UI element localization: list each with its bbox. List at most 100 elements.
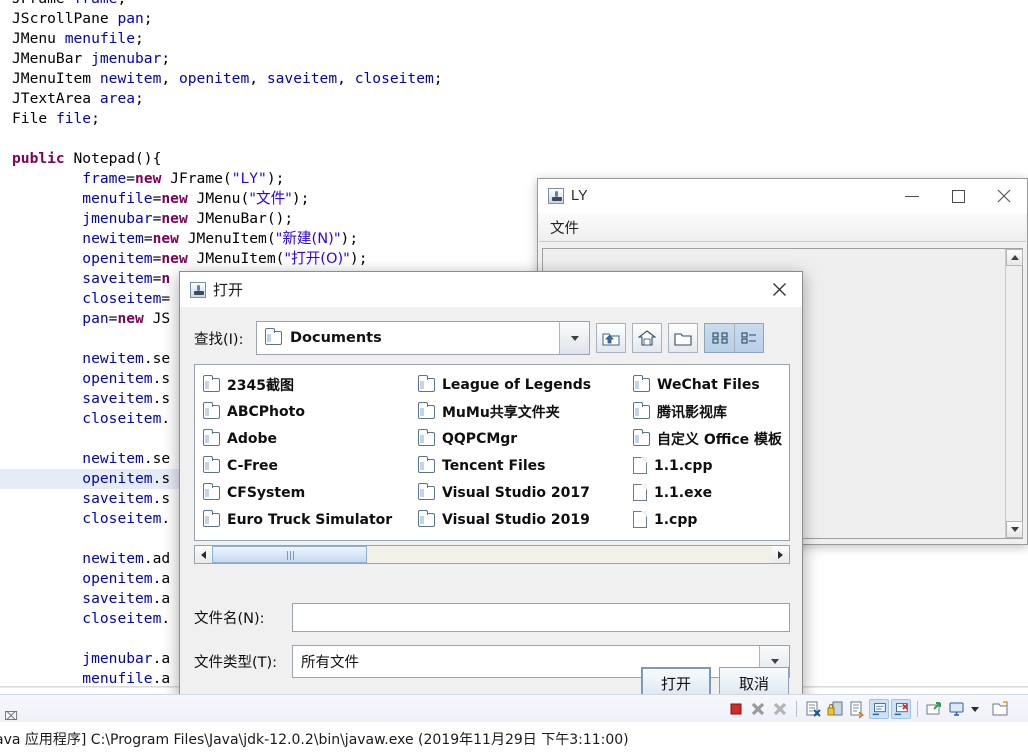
file-icon — [633, 457, 647, 474]
code-line: openitem=new JMenuItem("打开(O)"); — [82, 250, 368, 267]
clear-console-icon[interactable] — [803, 699, 823, 719]
file-list-item[interactable]: Euro Truck Simulator — [199, 506, 414, 533]
file-icon — [633, 511, 647, 528]
show-console-on-error-icon[interactable] — [891, 699, 911, 719]
file-type-label: 文件类型(T): — [194, 655, 278, 671]
code-line: JMenuItem newitem, openitem, saveitem, c… — [12, 70, 443, 87]
folder-icon — [633, 374, 650, 392]
ly-titlebar[interactable]: LY — [538, 179, 1027, 213]
code-line: JMenu menufile; — [12, 30, 144, 47]
terminate-icon[interactable] — [726, 699, 746, 719]
folder-icon — [633, 428, 650, 446]
file-list-item[interactable]: CFSystem — [199, 479, 414, 506]
file-list-item-label: Visual Studio 2019 — [442, 511, 590, 528]
folder-icon — [265, 328, 282, 345]
home-icon[interactable] — [632, 323, 662, 353]
dialog-body: 查找(I): Documents 2345截图 ABCPhoto Adobe C… — [180, 307, 802, 714]
file-list[interactable]: 2345截图 ABCPhoto Adobe C-Free CFSystem Euro Tr… — [194, 364, 790, 541]
file-icon — [633, 484, 647, 501]
file-name-input[interactable] — [292, 603, 790, 632]
close-icon[interactable] — [981, 179, 1027, 213]
show-console-on-output-icon[interactable] — [869, 699, 889, 719]
details-view-icon[interactable] — [734, 323, 764, 353]
folder-icon — [203, 374, 220, 392]
scroll-right-icon[interactable] — [772, 546, 789, 563]
file-list-item[interactable]: 1.cpp — [629, 506, 789, 533]
display-selected-console-icon[interactable] — [946, 699, 966, 719]
open-console-icon[interactable] — [990, 699, 1010, 719]
file-list-column-3: WeChat Files 腾讯影视库自定义 Office 模板 1.1.cpp 1.1… — [629, 371, 789, 533]
code-line: JTextArea area; — [12, 90, 144, 107]
ly-vertical-scrollbar[interactable] — [1005, 249, 1023, 538]
file-list-item[interactable]: C-Free — [199, 452, 414, 479]
file-list-item[interactable]: QQPCMgr — [414, 425, 629, 452]
up-one-level-icon[interactable] — [596, 323, 626, 353]
folder-icon — [203, 401, 220, 419]
open-file-dialog[interactable]: 打开 查找(I): Documents 2345截图 ABCPhoto Adob… — [179, 271, 803, 715]
scroll-lock-icon[interactable] — [825, 699, 845, 719]
file-list-item[interactable]: Tencent Files — [414, 452, 629, 479]
launch-status-text: ava 应用程序] C:\Program Files\Java\jdk-12.0… — [0, 732, 629, 748]
file-list-item[interactable]: WeChat Files — [629, 371, 789, 398]
folder-icon — [418, 374, 435, 392]
file-list-item[interactable]: 自定义 Office 模板 — [629, 425, 789, 452]
remove-launch-icon[interactable] — [748, 699, 768, 719]
minimize-icon[interactable] — [889, 179, 935, 213]
dialog-titlebar[interactable]: 打开 — [180, 272, 802, 307]
ly-window-controls — [889, 179, 1027, 213]
file-list-column-2: League of Legends MuMu共享文件夹 QQPCMgr Tencent… — [414, 371, 629, 533]
chevron-down-icon[interactable] — [559, 322, 589, 354]
file-list-item[interactable]: 1.1.exe — [629, 479, 789, 506]
file-list-horizontal-scrollbar[interactable] — [194, 545, 790, 564]
console-dropdown-icon[interactable] — [968, 699, 988, 719]
file-list-item[interactable]: 2345截图 — [199, 371, 414, 398]
file-list-item[interactable]: 1.1.cpp — [629, 452, 789, 479]
scrollbar-track[interactable] — [212, 546, 772, 563]
file-list-item-label: League of Legends — [442, 376, 592, 393]
file-list-item-label: 自定义 Office 模板 — [657, 431, 783, 448]
pin-console-icon[interactable] — [924, 699, 944, 719]
code-line: File file; — [12, 110, 100, 127]
file-list-item[interactable]: MuMu共享文件夹 — [414, 398, 629, 425]
folder-icon — [418, 509, 435, 527]
file-list-item-label: Visual Studio 2017 — [442, 484, 590, 501]
ly-menu-file[interactable]: 文件 — [544, 217, 585, 238]
console-panel: ⌧ ava 应用程序] C:\Program Files\Java\jdk-12… — [0, 694, 1028, 755]
look-in-combobox[interactable]: Documents — [256, 321, 590, 355]
word-wrap-icon[interactable] — [847, 699, 867, 719]
scroll-down-icon[interactable] — [1006, 521, 1023, 538]
scroll-left-icon[interactable] — [195, 546, 212, 563]
file-type-value: 所有文件 — [301, 655, 359, 671]
ly-menubar[interactable]: 文件 — [539, 213, 1026, 242]
new-folder-icon[interactable] — [668, 323, 698, 353]
file-list-item[interactable]: League of Legends — [414, 371, 629, 398]
file-list-item[interactable]: ABCPhoto — [199, 398, 414, 425]
code-line: JScrollPane pan; — [12, 10, 153, 27]
file-list-item[interactable]: Adobe — [199, 425, 414, 452]
file-list-item-label: CFSystem — [227, 484, 306, 501]
scroll-up-icon[interactable] — [1006, 249, 1023, 266]
toolbar-separator — [796, 701, 797, 717]
code-line: newitem=new JMenuItem("新建(N)"); — [82, 230, 359, 247]
file-list-item[interactable]: Visual Studio 2019 — [414, 506, 629, 533]
remove-all-terminated-icon[interactable] — [770, 699, 790, 719]
tab-close-icon[interactable]: ⌧ — [4, 709, 18, 723]
list-view-icon[interactable] — [704, 323, 734, 353]
console-toolbar — [726, 697, 1010, 721]
java-cup-icon — [548, 188, 564, 204]
toolbar-separator — [917, 701, 918, 717]
file-list-item[interactable]: 腾讯影视库 — [629, 398, 789, 425]
scrollbar-thumb[interactable] — [212, 546, 367, 563]
file-list-column-1: 2345截图 ABCPhoto Adobe C-Free CFSystem Euro Tr… — [199, 371, 414, 533]
file-list-item[interactable]: Visual Studio 2017 — [414, 479, 629, 506]
dialog-close-button[interactable] — [756, 272, 802, 307]
code-line: JMenuBar jmenubar; — [12, 50, 171, 67]
scrollbar-grip — [286, 551, 294, 560]
file-list-item-label: C-Free — [227, 457, 278, 474]
folder-icon — [203, 455, 220, 473]
folder-icon — [203, 428, 220, 446]
folder-icon — [203, 509, 220, 527]
folder-icon — [418, 482, 435, 500]
maximize-icon[interactable] — [935, 179, 981, 213]
